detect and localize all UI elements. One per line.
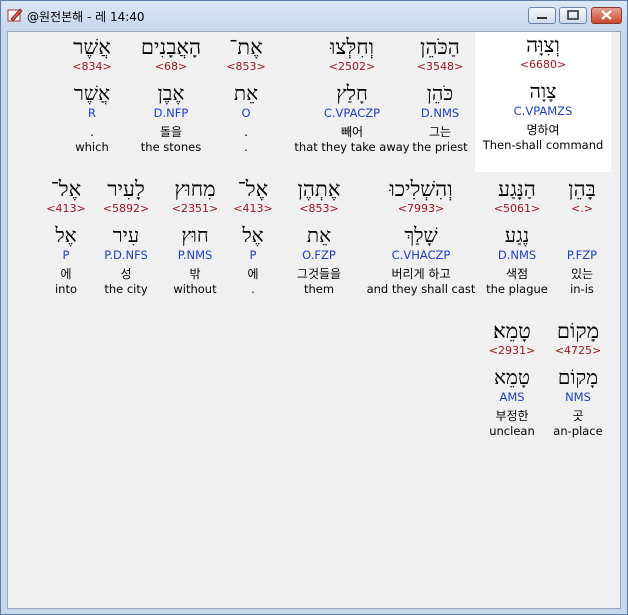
maximize-button[interactable] <box>559 7 587 24</box>
strong-number: <6680> <box>519 58 567 71</box>
hebrew-word: וְהִשְׁלִיכוּ <box>389 177 453 201</box>
lemma: שָׁלַךְ <box>404 223 438 247</box>
morphology-code: D.NFP <box>153 106 189 120</box>
window-title: @원전본해 - 레 14:40 <box>27 10 145 24</box>
korean-gloss: 부정한 <box>495 409 529 423</box>
strong-number: <68> <box>154 60 188 73</box>
lemma: אֶל <box>55 223 77 247</box>
english-gloss: the stones <box>140 140 202 154</box>
korean-gloss: 버리게 하고 <box>391 267 451 281</box>
strong-number: <2502> <box>328 60 376 73</box>
english-gloss: which <box>75 140 109 154</box>
app-window: @원전본해 - 레 14:40 וְצִוָּה <6680> צָוָה C.VPA… <box>0 0 628 615</box>
strong-number: <2931> <box>488 344 536 357</box>
close-icon <box>601 10 612 20</box>
morphology-code: C.VPACZP <box>323 106 381 120</box>
pencil-book-icon <box>7 8 23 22</box>
korean-gloss: . <box>90 125 94 139</box>
word-column[interactable]: וְצִוָּה <6680> צָוָה C.VPAMZS 명하여 Then-shall… <box>475 32 611 172</box>
lemma: אֶבֶן <box>157 81 185 105</box>
hebrew-word: אֲשֶׁר <box>73 35 111 59</box>
english-gloss: and they shall cast <box>366 282 476 296</box>
lemma: טָמֵא <box>494 365 530 389</box>
morphology-code: C.VHACZP <box>391 248 451 262</box>
lemma: אֲשֶׁר <box>74 81 110 105</box>
word-column[interactable]: טָמֵא׃ <2931> טָמֵא AMS 부정한 unclean <box>467 318 557 438</box>
korean-gloss: 명하여 <box>526 123 560 137</box>
close-button[interactable] <box>591 7 622 24</box>
word-column[interactable]: וְחִלְּצוּ <2502> חָלַץ C.VPACZP 빼어 that they… <box>287 34 417 154</box>
korean-gloss: 에 <box>60 267 72 281</box>
strong-number: <413> <box>46 202 86 215</box>
korean-gloss: 돌을 <box>159 125 183 139</box>
english-gloss: that they take away <box>294 140 410 154</box>
morphology-code: P <box>62 248 70 262</box>
hebrew-word: וְצִוָּה <box>526 33 560 57</box>
minimize-icon <box>537 17 547 19</box>
word-column[interactable]: אֶל־ <413> אֶל P 에 into <box>21 176 111 296</box>
lemma: צָוָה <box>529 79 557 103</box>
english-gloss: into <box>54 282 78 296</box>
hebrew-word: וְחִלְּצוּ <box>330 35 374 59</box>
strong-number: <834> <box>72 60 112 73</box>
title-bar[interactable]: @원전본해 - 레 14:40 <box>1 1 627 31</box>
minimize-button[interactable] <box>528 7 556 24</box>
english-gloss: unclean <box>489 424 535 438</box>
korean-gloss: 빼어 <box>340 125 364 139</box>
maximize-icon <box>567 10 579 20</box>
hebrew-word: הָאֲבָנִים <box>140 35 202 59</box>
strong-number: <7993> <box>397 202 445 215</box>
word-column[interactable]: וְהִשְׁלִיכוּ <7993> שָׁלַךְ C.VHACZP 버리게 하고… <box>356 176 486 296</box>
word-column[interactable]: אֲשֶׁר <834> אֲשֶׁר R. which <box>47 34 137 154</box>
morphology-code: R <box>88 106 96 120</box>
morphology-code: C.VPAMZS <box>513 104 573 118</box>
word-column[interactable]: הָאֲבָנִים <68> אֶבֶן D.NFP 돌을 the stones <box>126 34 216 154</box>
lemma: חָלַץ <box>336 81 368 105</box>
english-gloss: Then-shall command <box>482 138 604 152</box>
morphology-code: AMS <box>499 390 525 404</box>
hebrew-word: טָמֵא׃ <box>493 319 531 343</box>
hebrew-word: אֶל־ <box>50 177 82 201</box>
interlinear-panel: וְצִוָּה <6680> צָוָה C.VPAMZS 명하여 Then-shall… <box>7 31 621 609</box>
